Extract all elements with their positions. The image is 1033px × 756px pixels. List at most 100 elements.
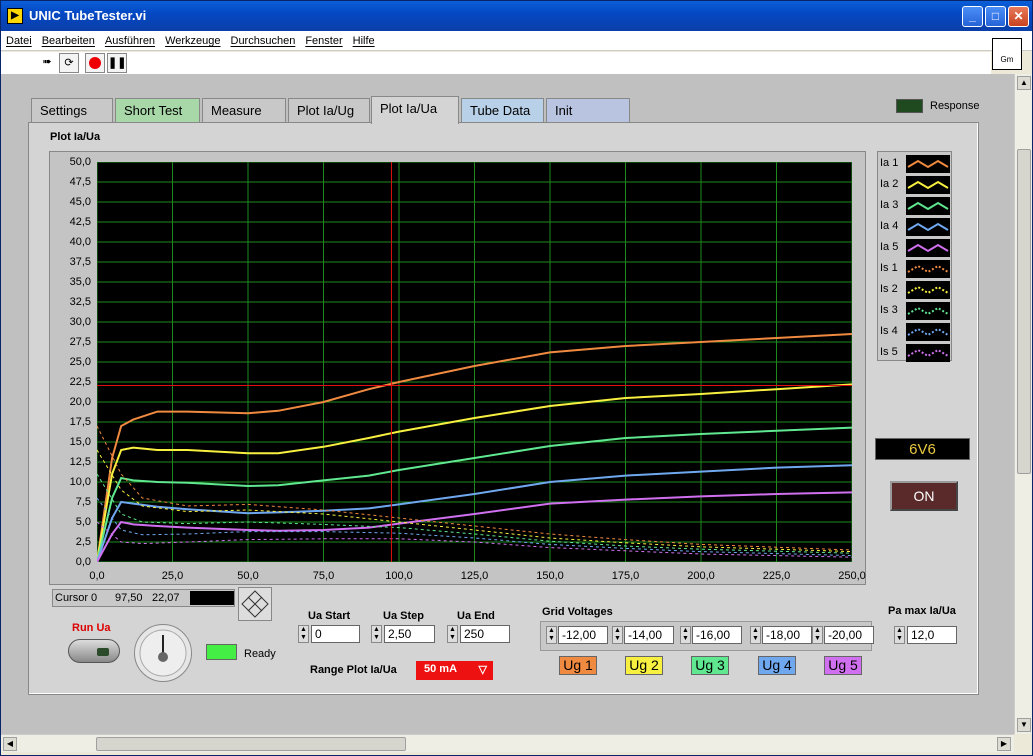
ua-end-spinner-icon[interactable]: ▲ ▼ [447, 625, 458, 643]
menu-durchsuchen[interactable]: Durchsuchen [226, 31, 301, 47]
close-button[interactable]: ✕ [1008, 6, 1029, 27]
ua-start-input[interactable]: 0 [311, 625, 360, 643]
tab-init[interactable]: Init [546, 98, 630, 122]
horizontal-scroll-thumb[interactable] [96, 737, 406, 751]
legend-item[interactable]: Is 4 [880, 322, 950, 341]
cursor-y-value: 22,07 [152, 592, 180, 604]
legend-label: Is 4 [880, 325, 898, 337]
legend-item[interactable]: Is 5 [880, 343, 950, 362]
tab-settings[interactable]: Settings [31, 98, 113, 122]
minimize-button[interactable]: _ [962, 6, 983, 27]
scroll-up-icon[interactable]: ▲ [1017, 76, 1031, 90]
vertical-scrollbar[interactable]: ▲ ▼ [1014, 74, 1032, 734]
range-plot-select[interactable]: 50 mA ▽ [416, 661, 493, 680]
legend-item[interactable]: Ia 5 [880, 238, 950, 257]
scroll-right-icon[interactable]: ▶ [997, 737, 1011, 751]
run-ua-button[interactable] [68, 639, 120, 663]
y-tick-label: 42,5 [69, 216, 91, 228]
x-tick-label: 100,0 [385, 570, 413, 582]
legend-swatch [906, 323, 950, 341]
ua-end-label: Ua End [457, 610, 495, 622]
run-continuously-icon[interactable]: ⟳ [59, 53, 79, 73]
legend-item[interactable]: Ia 2 [880, 175, 950, 194]
menu-datei[interactable]: Datei [1, 31, 37, 47]
ua-start-spinner-icon[interactable]: ▲ ▼ [298, 625, 309, 643]
legend-item[interactable]: Ia 4 [880, 217, 950, 236]
ug-button[interactable]: Ug 4 [758, 656, 796, 675]
x-tick-label: 75,0 [312, 570, 335, 582]
legend-swatch [906, 155, 950, 173]
maximize-button[interactable]: □ [985, 6, 1006, 27]
abort-icon[interactable] [85, 53, 105, 73]
y-tick-label: 30,0 [69, 316, 91, 328]
legend-item[interactable]: Ia 1 [880, 154, 950, 173]
grid-voltage-input[interactable]: -16,00 [692, 626, 742, 644]
menu-fenster[interactable]: Fenster [300, 31, 347, 47]
legend-swatch [906, 344, 950, 362]
run-ua-label: Run Ua [72, 622, 111, 634]
labview-app-icon: ▶ [7, 8, 23, 24]
legend-item[interactable]: Is 3 [880, 301, 950, 320]
x-tick-label: 25,0 [161, 570, 184, 582]
ug-button[interactable]: Ug 5 [824, 656, 862, 675]
tab-short-test[interactable]: Short Test [115, 98, 200, 122]
y-tick-label: 50,0 [69, 156, 91, 168]
ua-step-input[interactable]: 2,50 [384, 625, 435, 643]
run-arrow-icon[interactable]: ➠ [37, 53, 57, 73]
ua-start-label: Ua Start [308, 610, 351, 622]
ua-step-spinner-icon[interactable]: ▲ ▼ [371, 625, 382, 643]
y-tick-label: 20,0 [69, 396, 91, 408]
scroll-left-icon[interactable]: ◀ [3, 737, 17, 751]
x-tick-label: 50,0 [237, 570, 259, 582]
cursor-mover-icon[interactable] [238, 587, 272, 621]
ug-button[interactable]: Ug 2 [625, 656, 663, 675]
cursor-style-icon[interactable] [190, 591, 234, 605]
horizontal-scrollbar[interactable]: ◀ ▶ [1, 734, 1014, 752]
grid-voltage-input[interactable]: -18,00 [762, 626, 812, 644]
y-tick-label: 27,5 [69, 336, 91, 348]
ug-button[interactable]: Ug 3 [691, 656, 729, 675]
grid-voltage-spinner-icon[interactable]: ▲ ▼ [750, 626, 761, 644]
ug-button[interactable]: Ug 1 [559, 656, 597, 675]
on-button[interactable]: ON [890, 481, 958, 511]
tab-plot-ia-ug[interactable]: Plot Ia/Ug [288, 98, 370, 122]
legend-swatch [906, 302, 950, 320]
pa-max-input[interactable]: 12,0 [907, 626, 957, 644]
ia-ua-graph[interactable] [97, 162, 852, 562]
menu-werkzeuge[interactable]: Werkzeuge [160, 31, 225, 47]
y-tick-label: 17,5 [69, 416, 91, 428]
legend-item[interactable]: Is 2 [880, 280, 950, 299]
tab-plot-ia-ua[interactable]: Plot Ia/Ua [371, 96, 459, 124]
tube-type-display: 6V6 [875, 438, 970, 460]
legend-item[interactable]: Is 1 [880, 259, 950, 278]
grid-voltage-spinner-icon[interactable]: ▲ ▼ [680, 626, 691, 644]
vertical-scroll-thumb[interactable] [1017, 149, 1031, 474]
plot-title: Plot Ia/Ua [50, 131, 101, 143]
grid-voltage-spinner-icon[interactable]: ▲ ▼ [812, 626, 823, 644]
x-tick-label: 250,0 [838, 570, 866, 582]
run-ua-led-icon [97, 648, 109, 656]
grid-voltages-label: Grid Voltages [542, 606, 613, 618]
pa-max-spinner-icon[interactable]: ▲ ▼ [894, 626, 905, 644]
progress-knob[interactable] [134, 624, 192, 682]
scroll-down-icon[interactable]: ▼ [1017, 718, 1031, 732]
y-tick-label: 2,5 [75, 536, 91, 548]
x-tick-label: 125,0 [460, 570, 489, 582]
y-tick-label: 40,0 [69, 236, 91, 248]
menu-bearbeiten[interactable]: Bearbeiten [37, 31, 100, 47]
grid-voltage-spinner-icon[interactable]: ▲ ▼ [546, 626, 557, 644]
grid-voltage-spinner-icon[interactable]: ▲ ▼ [612, 626, 623, 644]
grid-voltage-input[interactable]: -20,00 [824, 626, 874, 644]
ready-label: Ready [244, 648, 276, 660]
legend-item[interactable]: Ia 3 [880, 196, 950, 215]
tab-tube-data[interactable]: Tube Data [461, 98, 544, 122]
ua-end-input[interactable]: 250 [460, 625, 510, 643]
legend-swatch [906, 218, 950, 236]
pause-icon[interactable]: ❚❚ [107, 53, 127, 73]
grid-voltage-input[interactable]: -14,00 [624, 626, 674, 644]
grid-voltage-input[interactable]: -12,00 [558, 626, 608, 644]
tab-measure[interactable]: Measure [202, 98, 286, 122]
menu-hilfe[interactable]: Hilfe [348, 31, 380, 47]
menu-ausfuehren[interactable]: Ausführen [100, 31, 160, 47]
window-title: UNIC TubeTester.vi [29, 8, 147, 23]
